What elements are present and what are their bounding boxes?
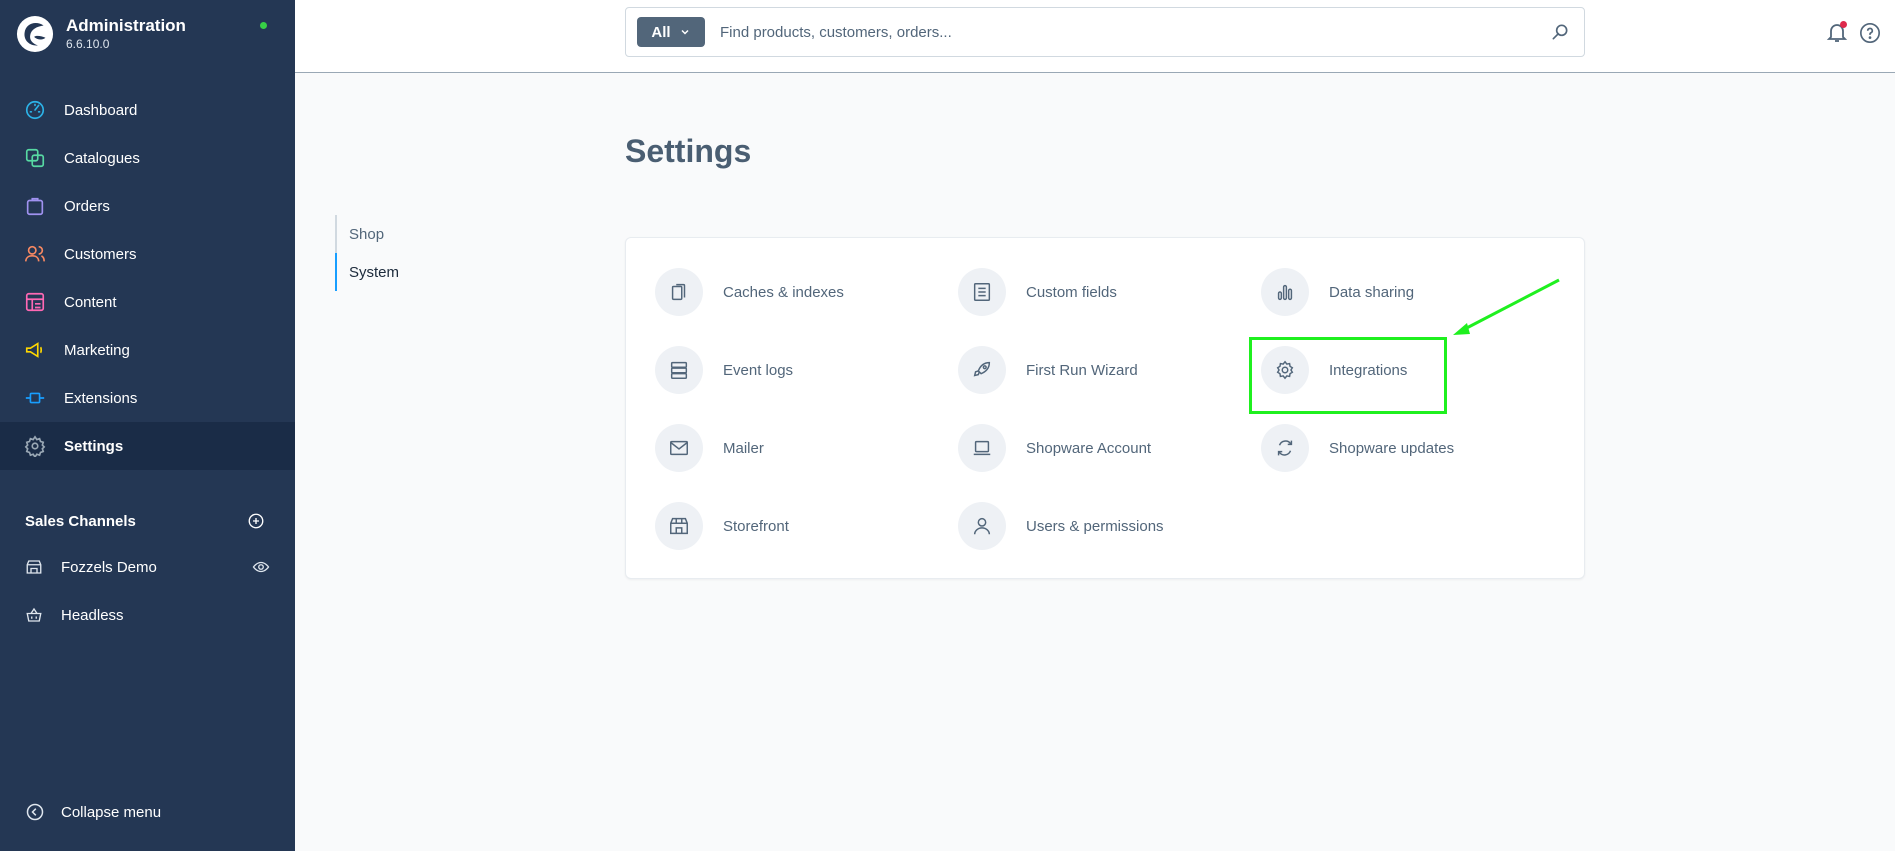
sidebar-item-label: Marketing [64,341,130,359]
top-bar: All [295,0,1895,73]
settings-item-label: Data sharing [1329,283,1415,301]
chevron-left-circle-icon [26,803,44,821]
user-icon [973,517,991,535]
settings-item-label: Storefront [723,517,789,535]
sidebar-item-label: Settings [64,437,124,455]
sales-channel-label: Headless [61,606,124,624]
collapse-menu-label: Collapse menu [61,803,162,821]
settings-item-storefront[interactable]: Storefront [655,501,915,551]
settings-item-label: Mailer [723,439,764,457]
sidebar-item-label: Customers [64,245,137,263]
notification-badge [1840,21,1847,28]
settings-item-first-run-wizard[interactable]: First Run Wizard [958,345,1218,395]
add-sales-channel-icon[interactable] [247,512,265,530]
settings-item-label: First Run Wizard [1026,361,1138,379]
sidebar-item-dashboard[interactable]: Dashboard [0,86,295,134]
dashboard-icon [25,100,45,120]
page-title: Settings [625,133,752,169]
sidebar-item-label: Catalogues [64,149,140,167]
storefront-icon [670,517,688,535]
sales-channel-label: Fozzels Demo [61,558,157,576]
orders-icon [26,197,44,216]
search-input[interactable] [720,23,1540,41]
global-search: All [625,7,1585,57]
settings-item-label: Custom fields [1026,283,1117,301]
storefront-icon [26,560,42,574]
main-navigation: Dashboard Catalogues Orders Customers Co… [0,86,295,470]
sales-channels-title: Sales Channels [25,512,136,530]
sidebar-item-settings[interactable]: Settings [0,422,295,470]
tab-system[interactable]: System [335,253,445,291]
search-type-select[interactable]: All [637,17,705,47]
sidebar-item-catalogues[interactable]: Catalogues [0,134,295,182]
annotation-arrow-icon [1453,278,1560,335]
sidebar: Administration 6.6.10.0 Dashboard Catalo… [0,0,295,851]
settings-item-caches-indexes[interactable]: Caches & indexes [655,267,915,317]
settings-tabs: Shop System [335,215,445,291]
status-indicator [260,22,267,29]
settings-item-label: Event logs [723,361,794,379]
settings-item-label: Shopware updates [1329,439,1455,457]
sidebar-item-label: Content [64,293,117,311]
gear-icon [24,435,46,457]
extensions-icon [25,392,45,404]
sidebar-item-orders[interactable]: Orders [0,182,295,230]
collapse-menu-button[interactable]: Collapse menu [25,802,161,822]
sidebar-item-label: Orders [64,197,110,215]
sales-channels-header: Sales Channels [25,512,265,530]
shopware-logo-icon [16,15,54,53]
settings-item-users-permissions[interactable]: Users & permissions [958,501,1218,551]
settings-item-mailer[interactable]: Mailer [655,423,915,473]
annotation-highlight-box [1249,337,1447,414]
search-icon[interactable] [1550,22,1570,42]
search-type-label: All [651,23,671,41]
sales-channel-fozzels-demo[interactable]: Fozzels Demo [25,552,270,582]
caches-icon [671,283,686,301]
laptop-icon [973,440,991,456]
settings-item-shopware-updates[interactable]: Shopware updates [1261,423,1521,473]
settings-item-label: Shopware Account [1026,439,1152,457]
content-icon [25,292,45,312]
settings-item-label: Users & permissions [1026,517,1164,535]
basket-icon [26,607,42,622]
sidebar-item-label: Extensions [64,389,138,407]
sales-channel-headless[interactable]: Headless [25,600,270,630]
app-title: Administration [66,16,186,35]
settings-item-label: Caches & indexes [723,283,844,301]
chevron-down-icon [681,29,689,35]
sidebar-item-content[interactable]: Content [0,278,295,326]
event-logs-icon [670,361,688,379]
custom-fields-icon [973,283,991,301]
settings-item-custom-fields[interactable]: Custom fields [958,267,1218,317]
envelope-icon [670,440,688,456]
marketing-icon [25,342,43,358]
sidebar-item-label: Dashboard [64,101,138,119]
rocket-icon [973,361,991,377]
customers-icon [25,245,45,262]
settings-item-event-logs[interactable]: Event logs [655,345,915,395]
help-icon[interactable] [1859,22,1881,44]
app-version: 6.6.10.0 [66,37,110,51]
sidebar-item-extensions[interactable]: Extensions [0,374,295,422]
bar-chart-icon [1277,284,1293,301]
settings-item-shopware-account[interactable]: Shopware Account [958,423,1218,473]
tab-shop[interactable]: Shop [335,215,445,253]
eye-icon[interactable] [252,558,270,576]
brand[interactable]: Administration 6.6.10.0 [16,14,186,54]
sidebar-item-marketing[interactable]: Marketing [0,326,295,374]
refresh-icon [1277,440,1293,456]
sidebar-item-customers[interactable]: Customers [0,230,295,278]
catalogue-icon [25,148,45,168]
